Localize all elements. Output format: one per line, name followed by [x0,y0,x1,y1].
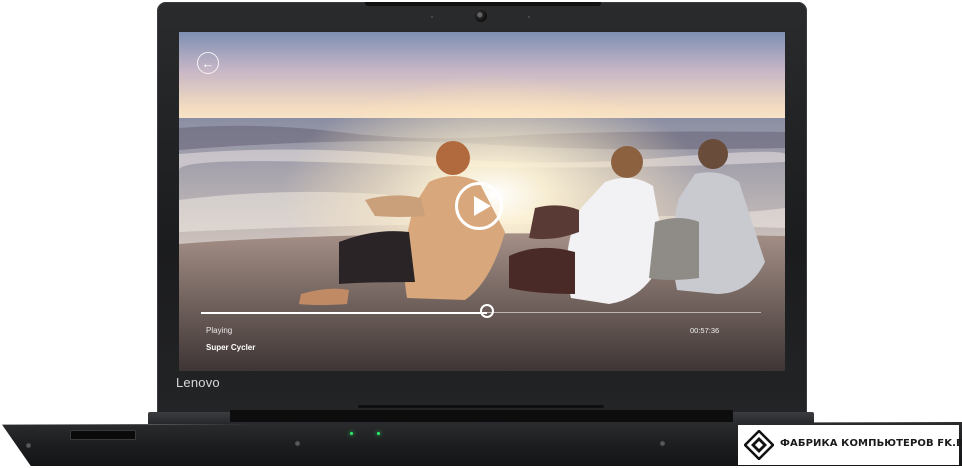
status-led-icon [377,432,380,435]
hinge-strip [358,405,604,408]
microphone-icon [528,16,530,18]
video-player-screen[interactable]: ← Playing Super Cycler 00:57:36 [179,32,785,371]
screw-icon [295,441,300,446]
play-button[interactable] [455,182,503,230]
hinge [230,410,733,422]
screw-icon [660,441,665,446]
webcam-icon [475,10,487,22]
store-badge-text: ФАБРИКА КОМПЬЮТЕРОВ FK.BY [780,438,962,449]
lid-notch [365,2,601,6]
progress-fill [201,312,487,314]
screw-icon [26,443,31,448]
back-arrow-icon[interactable]: ← [197,52,219,74]
diamond-logo-icon [744,430,774,460]
progress-bar[interactable] [201,304,761,318]
card-slot [70,430,136,440]
brand-logo: Lenovo [176,375,220,390]
scrub-handle[interactable] [479,304,494,318]
status-led-icon [350,432,353,435]
time-readout: 00:57:36 [690,326,720,335]
laptop: ← Playing Super Cycler 00:57:36 Lenovo Ф… [0,0,962,468]
store-badge: ФАБРИКА КОМПЬЮТЕРОВ FK.BY [738,425,962,465]
play-icon [474,196,491,216]
microphone-icon [431,16,433,18]
playback-status: Playing [206,326,233,335]
track-title: Super Cycler [206,343,256,352]
